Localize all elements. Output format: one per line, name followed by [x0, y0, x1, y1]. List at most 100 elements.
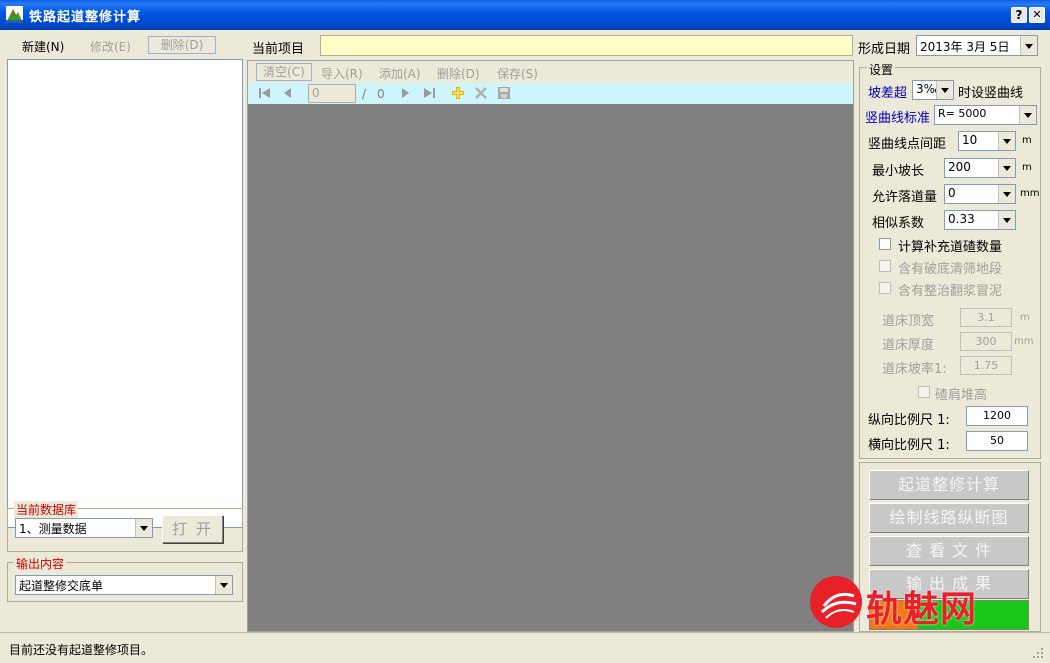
db-group-title: 当前数据库: [14, 501, 79, 518]
watermark-text: 轨魅网: [866, 589, 978, 630]
chevron-down-icon: [998, 132, 1015, 150]
chevron-down-icon: [215, 576, 232, 594]
data-toolbar: 清空(C) 导入(R) 添加(A) 删除(D) 保存(S): [248, 61, 853, 83]
bed-width-label: 道床顶宽: [882, 314, 935, 329]
allow-drop-select[interactable]: 0: [944, 184, 1016, 204]
total-records: 0: [377, 87, 385, 101]
chevron-down-icon: [1019, 106, 1036, 124]
title-bar: 铁路起道整修计算 ? ✕: [0, 0, 1050, 30]
chevron-down-icon: [998, 185, 1015, 203]
last-record-icon[interactable]: [422, 87, 436, 99]
mud-checkbox-label: 含有整治翻浆冒泥: [898, 284, 1003, 299]
output-group-title: 输出内容: [14, 555, 67, 572]
curve-std-value: R= 5000: [938, 107, 987, 120]
broken-checkbox[interactable]: [879, 260, 891, 272]
project-list[interactable]: [7, 59, 243, 528]
allow-drop-unit: mm: [1020, 188, 1040, 199]
allow-drop-label: 允许落道量: [872, 190, 938, 205]
curve-std-label: 竖曲线标准: [865, 111, 931, 126]
nav-bar: 0 / 0: [248, 83, 853, 104]
point-spacing-unit: m: [1022, 135, 1032, 146]
bed-slope-field[interactable]: 1.75: [960, 356, 1012, 375]
supplement-checkbox-label: 计算补充道碴数量: [898, 240, 1003, 255]
chevron-down-icon: [998, 211, 1015, 229]
vscale-label: 纵向比例尺 1:: [868, 413, 950, 428]
window-title: 铁路起道整修计算: [29, 10, 142, 25]
draw-profile-button[interactable]: 绘制线路纵断图: [869, 503, 1029, 533]
save-button[interactable]: 保存(S): [497, 65, 538, 82]
db-group: 当前数据库 1、测量数据 打 开: [7, 501, 243, 552]
status-message: 目前还没有起道整修项目。: [9, 643, 154, 657]
import-button[interactable]: 导入(R): [321, 65, 363, 82]
chevron-down-icon: [936, 81, 953, 99]
bed-width-unit: m: [1020, 312, 1030, 323]
vscale-field[interactable]: 1200: [966, 406, 1028, 426]
hscale-field[interactable]: 50: [966, 431, 1028, 451]
database-select[interactable]: 1、测量数据: [15, 518, 153, 538]
date-value: 2013年 3月 5日: [920, 40, 1010, 54]
point-spacing-label: 竖曲线点间距: [868, 137, 947, 152]
output-select-value: 起道整修交底单: [19, 579, 104, 593]
database-select-value: 1、测量数据: [19, 522, 87, 536]
similarity-label: 相似系数: [872, 216, 925, 231]
close-button[interactable]: ✕: [1029, 7, 1045, 23]
mud-checkbox[interactable]: [879, 282, 891, 294]
point-spacing-value: 10: [962, 133, 978, 147]
prev-record-icon[interactable]: [283, 87, 293, 99]
min-slope-label: 最小坡长: [872, 164, 925, 179]
nav-separator: /: [362, 87, 367, 101]
point-spacing-select[interactable]: 10: [958, 131, 1016, 151]
current-project-label: 当前项目: [252, 42, 305, 57]
delete-button[interactable]: 删除(D): [148, 36, 216, 54]
new-button[interactable]: 新建(N): [22, 38, 64, 55]
calc-button[interactable]: 起道整修计算: [869, 470, 1029, 500]
output-group: 输出内容 起道整修交底单: [7, 555, 243, 602]
settings-group: 设置 坡差超 3‰ 时设竖曲线 竖曲线标准 R= 5000 竖曲线点间距 10 …: [859, 61, 1041, 459]
open-db-button[interactable]: 打 开: [162, 515, 223, 543]
min-slope-select[interactable]: 200: [944, 158, 1016, 178]
shoulder-checkbox-label: 碴肩堆高: [935, 388, 988, 403]
record-input[interactable]: 0: [308, 84, 356, 103]
curve-std-select[interactable]: R= 5000: [934, 105, 1037, 125]
app-icon: [6, 6, 23, 23]
watermark-logo-icon: [810, 576, 862, 628]
date-picker[interactable]: 2013年 3月 5日: [916, 35, 1038, 56]
hscale-label: 横向比例尺 1:: [868, 438, 950, 453]
data-panel: 清空(C) 导入(R) 添加(A) 删除(D) 保存(S) 0 / 0: [247, 60, 854, 632]
min-slope-value: 200: [948, 160, 971, 174]
slope-select[interactable]: 3‰: [912, 80, 954, 100]
left-panel: 新建(N) 修改(E) 删除(D) 当前数据库 1、测量数据 打 开 输出内容 …: [0, 30, 246, 632]
clear-button[interactable]: 清空(C): [256, 63, 312, 81]
settings-title: 设置: [867, 61, 896, 78]
edit-button[interactable]: 修改(E): [90, 38, 131, 55]
broken-checkbox-label: 含有破底清筛地段: [898, 262, 1003, 277]
view-file-button[interactable]: 查 看 文 件: [869, 536, 1029, 566]
resize-grip-icon[interactable]: [1032, 647, 1044, 659]
bed-thick-field[interactable]: 300: [960, 332, 1012, 351]
bed-thick-unit: mm: [1014, 336, 1034, 347]
delete-row-button[interactable]: 删除(D): [437, 65, 480, 82]
add-button[interactable]: 添加(A): [379, 65, 421, 82]
next-record-icon[interactable]: [400, 87, 410, 99]
output-select[interactable]: 起道整修交底单: [15, 575, 233, 595]
similarity-value: 0.33: [948, 212, 975, 226]
save-record-icon[interactable]: [497, 86, 511, 100]
supplement-checkbox[interactable]: [879, 238, 891, 250]
delete-record-icon[interactable]: [474, 86, 488, 100]
min-slope-unit: m: [1022, 162, 1032, 173]
bed-width-field[interactable]: 3.1: [960, 308, 1012, 327]
chevron-down-icon: [1020, 36, 1037, 55]
data-grid[interactable]: [248, 104, 853, 631]
first-record-icon[interactable]: [258, 87, 272, 99]
chevron-down-icon: [135, 519, 152, 537]
bed-thick-label: 道床厚度: [882, 338, 935, 353]
add-record-icon[interactable]: [451, 86, 465, 100]
similarity-select[interactable]: 0.33: [944, 210, 1016, 230]
bed-slope-label: 道床坡率1:: [882, 362, 947, 377]
chevron-down-icon: [998, 159, 1015, 177]
status-bar: 目前还没有起道整修项目。: [0, 632, 1050, 663]
shoulder-checkbox[interactable]: [918, 386, 930, 398]
current-project-field[interactable]: [320, 35, 853, 56]
date-label: 形成日期: [858, 42, 911, 57]
help-button[interactable]: ?: [1011, 7, 1027, 23]
